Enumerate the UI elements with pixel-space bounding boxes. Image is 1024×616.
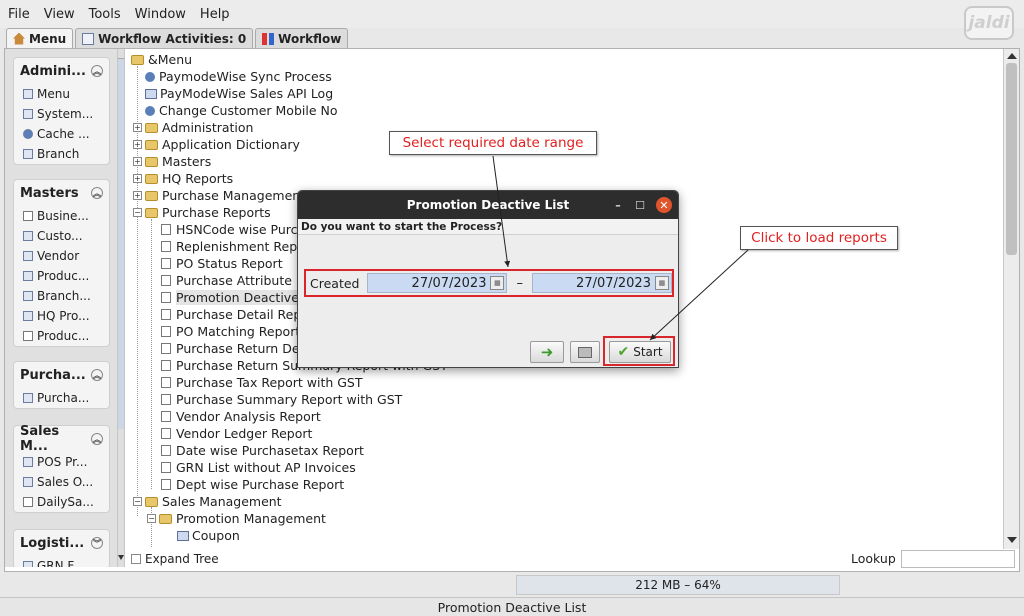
arrow-to-date-range	[492, 155, 511, 268]
annotation-arrows	[492, 155, 749, 341]
arrow-to-start-button	[649, 249, 749, 341]
